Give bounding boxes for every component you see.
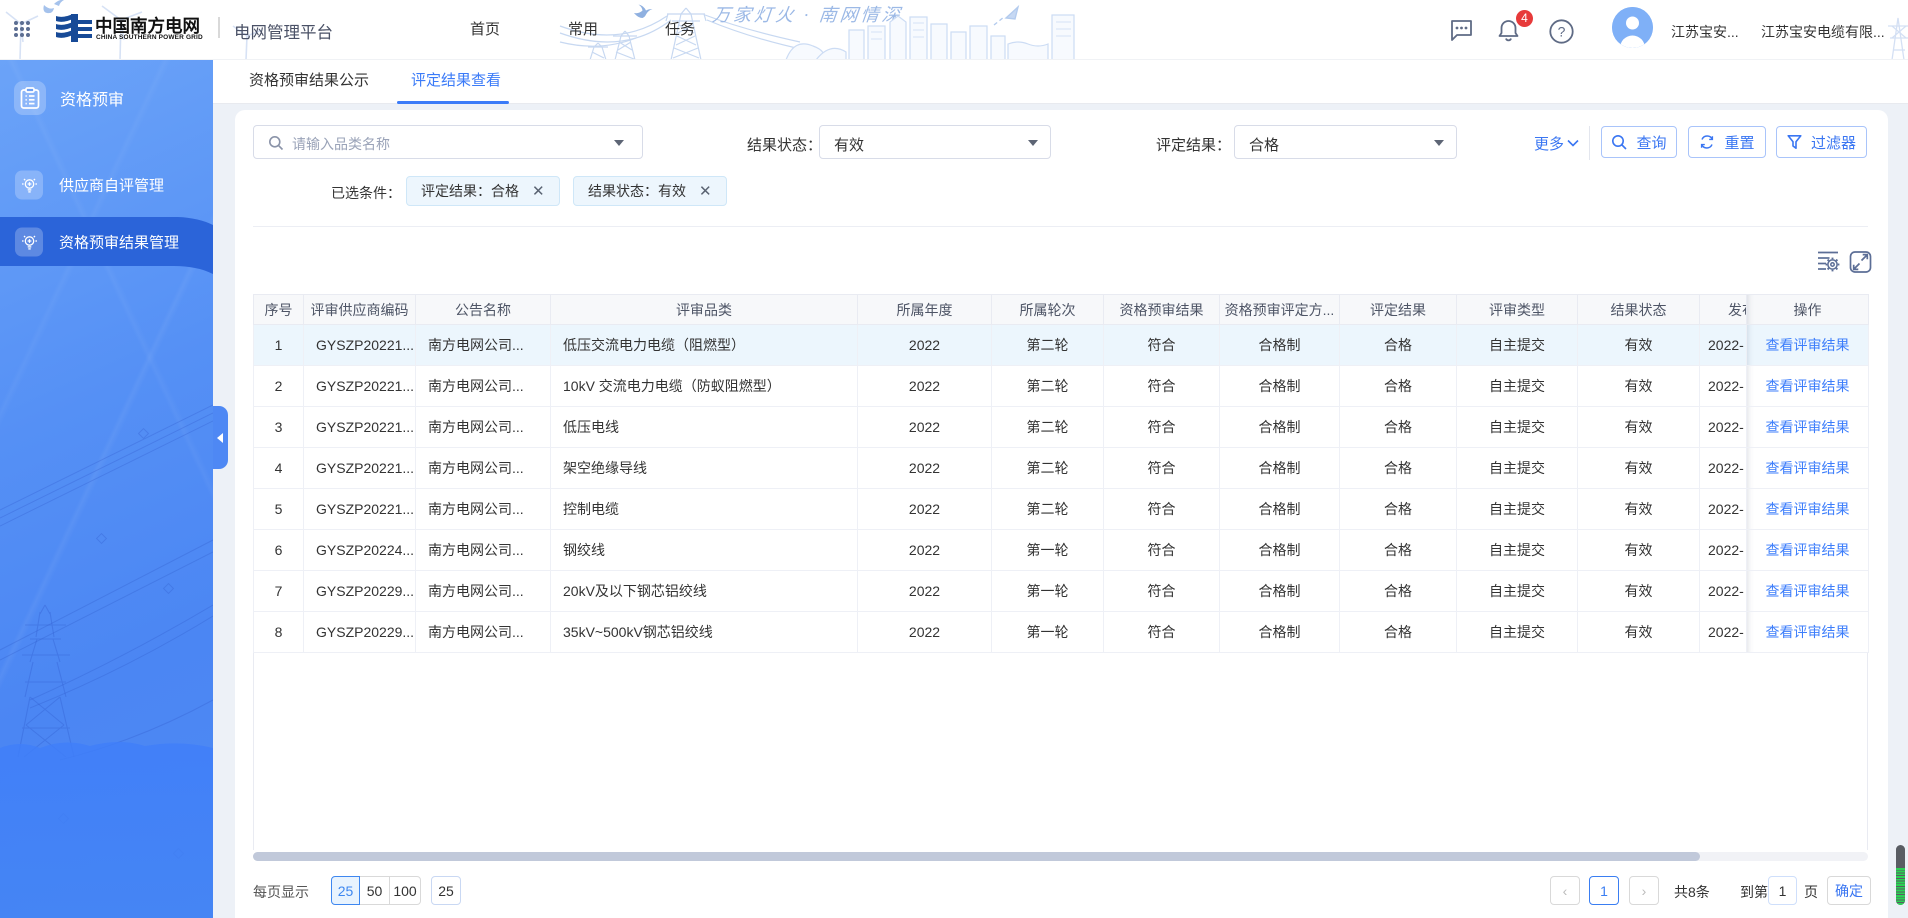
svg-text:?: ? [1558, 24, 1566, 40]
svg-text:万家灯火 · 南网情深: 万家灯火 · 南网情深 [711, 5, 903, 25]
